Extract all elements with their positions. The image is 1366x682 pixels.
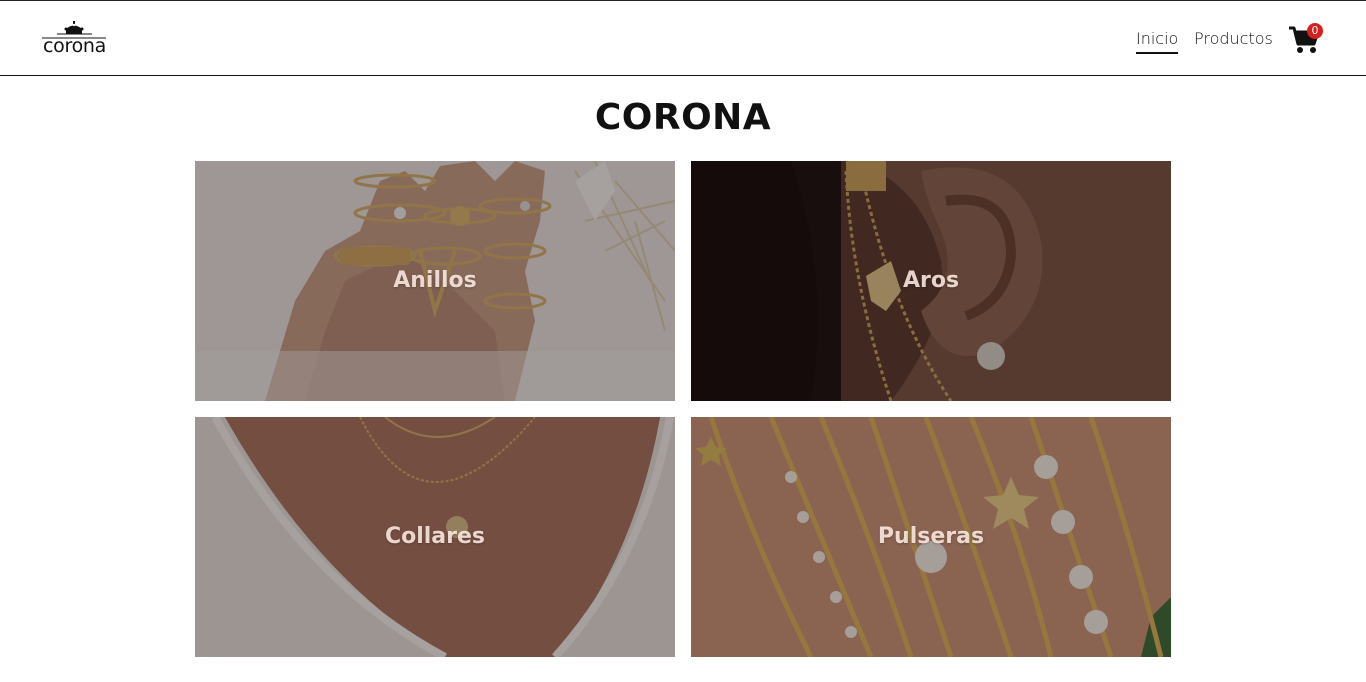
nav-inicio[interactable]: Inicio: [1136, 29, 1179, 54]
logo[interactable]: corona: [42, 19, 110, 59]
category-card-collares[interactable]: Collares: [195, 417, 675, 657]
category-label-anillos: Anillos: [393, 268, 477, 293]
category-label-pulseras: Pulseras: [877, 524, 985, 549]
logo-text: corona: [43, 35, 106, 57]
page-title: CORONA: [594, 97, 772, 138]
navbar: corona Inicio Productos 0: [0, 1, 1366, 76]
cart-count-badge: 0: [1307, 23, 1323, 39]
category-card-pulseras[interactable]: Pulseras: [691, 417, 1171, 657]
category-card-aros[interactable]: Aros: [691, 161, 1171, 401]
cart-button[interactable]: 0: [1288, 23, 1324, 55]
category-label-aros: Aros: [902, 268, 960, 293]
category-label-collares: Collares: [384, 524, 486, 549]
category-card-anillos[interactable]: Anillos: [195, 161, 675, 401]
nav-productos[interactable]: Productos: [1194, 29, 1273, 49]
